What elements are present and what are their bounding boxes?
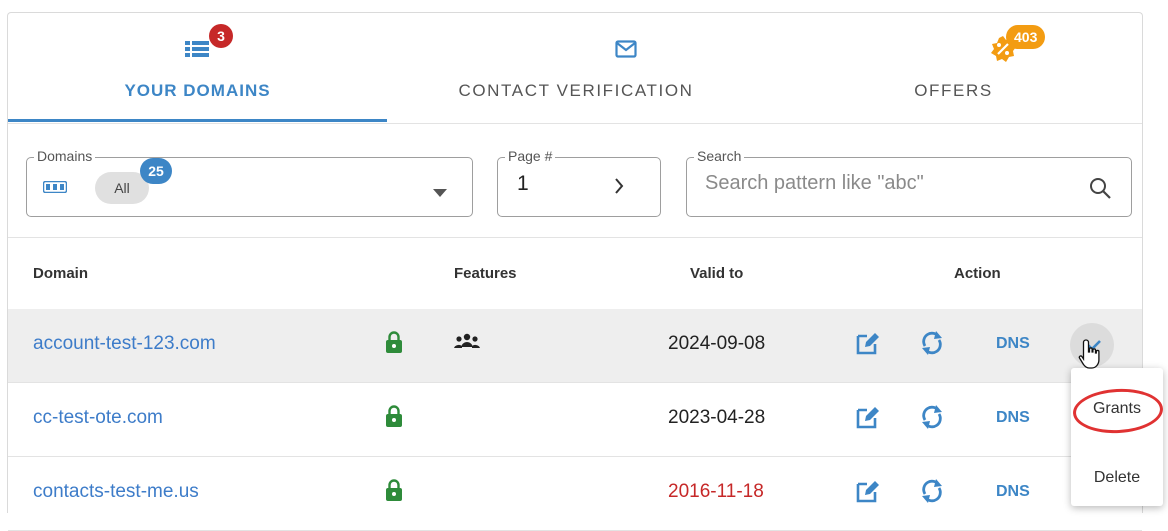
toggle-icon — [42, 180, 68, 198]
dropdown-caret-icon[interactable] — [433, 184, 447, 202]
tab-offers[interactable]: 403 OFFERS — [765, 13, 1142, 123]
discount-badge-icon: 403 — [988, 25, 1046, 62]
dns-button[interactable]: DNS — [996, 409, 1030, 427]
domain-link[interactable]: cc-test-ote.com — [33, 407, 163, 429]
page-number-value[interactable]: 1 — [517, 172, 529, 196]
sync-icon[interactable] — [920, 329, 944, 362]
column-header-domain: Domain — [33, 265, 89, 282]
domains-panel: 3 YOUR DOMAINS CONTACT VERIFICATION 403 … — [7, 12, 1143, 531]
tab-your-domains[interactable]: 3 YOUR DOMAINS — [8, 13, 387, 123]
search-input[interactable]: Search pattern like "abc" — [705, 172, 924, 195]
offers-count-badge: 403 — [1006, 25, 1046, 49]
lock-icon — [386, 331, 402, 358]
domains-filter-select[interactable]: Domains All 25 — [26, 148, 473, 217]
dns-button[interactable]: DNS — [996, 483, 1030, 501]
tab-offers-label: OFFERS — [914, 81, 993, 100]
table-header: Domain Features Valid to Action — [8, 237, 1142, 310]
mail-icon — [611, 37, 641, 61]
sync-icon[interactable] — [920, 477, 944, 510]
valid-to-date: 2023-04-28 — [668, 407, 766, 428]
domain-count-badge: 25 — [140, 158, 172, 184]
column-header-action: Action — [954, 265, 1001, 282]
page-number-field[interactable]: Page # 1 — [497, 148, 661, 217]
group-icon — [453, 333, 481, 354]
lock-icon — [386, 479, 402, 506]
valid-to-date: 2016-11-18 — [668, 481, 764, 502]
column-header-features: Features — [454, 265, 517, 282]
edit-icon[interactable] — [855, 404, 881, 435]
tab-bar: 3 YOUR DOMAINS CONTACT VERIFICATION 403 … — [8, 13, 1142, 124]
search-legend: Search — [694, 148, 745, 164]
valid-to-date: 2024-09-08 — [668, 333, 766, 354]
column-header-valid-to: Valid to — [690, 265, 744, 282]
table-row[interactable]: account-test-123.com 2024-09-08 DNS — [8, 309, 1142, 383]
domain-link[interactable]: contacts-test-me.us — [33, 481, 199, 503]
tab-contact-verification[interactable]: CONTACT VERIFICATION — [387, 13, 765, 123]
menu-item-delete[interactable]: Delete — [1071, 469, 1163, 487]
edit-icon[interactable] — [855, 478, 881, 509]
dns-button[interactable]: DNS — [996, 335, 1030, 353]
edit-icon[interactable] — [855, 330, 881, 361]
table-row[interactable]: contacts-test-me.us 2016-11-18 DNS — [8, 457, 1142, 531]
lock-icon — [386, 405, 402, 432]
tab-contact-verification-label: CONTACT VERIFICATION — [458, 81, 694, 100]
chevron-right-icon[interactable] — [614, 178, 624, 199]
sync-icon[interactable] — [920, 403, 944, 436]
page-number-legend: Page # — [505, 148, 556, 164]
table-row[interactable]: cc-test-ote.com 2023-04-28 DNS — [8, 383, 1142, 457]
search-icon[interactable] — [1088, 176, 1112, 205]
active-tab-indicator — [8, 119, 387, 122]
list-icon: 3 — [183, 24, 233, 61]
domains-notification-badge: 3 — [209, 24, 233, 48]
domains-filter-legend: Domains — [34, 148, 96, 164]
domain-link[interactable]: account-test-123.com — [33, 333, 216, 355]
search-field[interactable]: Search Search pattern like "abc" — [686, 148, 1132, 217]
hand-cursor-icon — [1078, 338, 1104, 375]
tab-your-domains-label: YOUR DOMAINS — [124, 81, 271, 100]
